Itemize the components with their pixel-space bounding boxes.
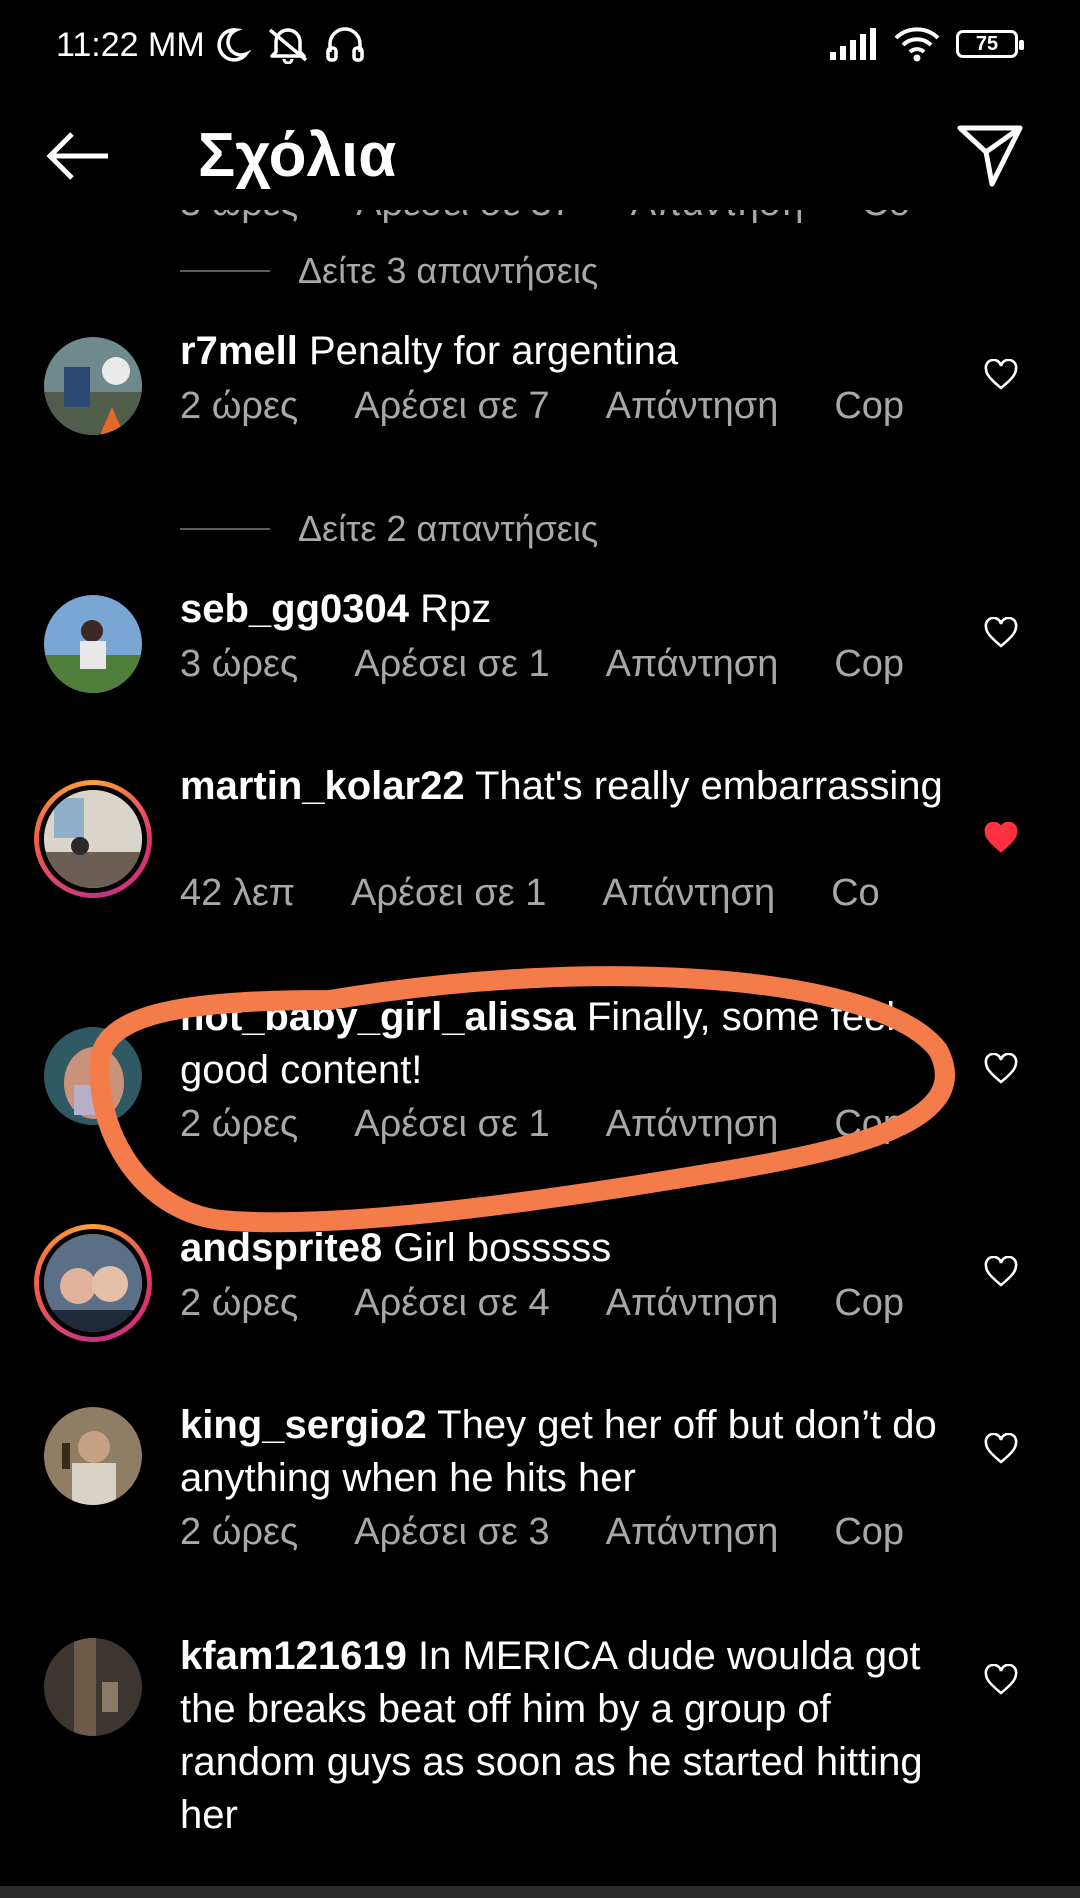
send-icon[interactable] (956, 122, 1024, 188)
avatar[interactable] (44, 1027, 142, 1125)
comment-meta: 2 ώρες Αρέσει σε 4 Απάντηση Cop (180, 1282, 960, 1325)
reply-button[interactable]: Απάντηση (602, 872, 775, 915)
reply-button[interactable]: Απάντηση (606, 1282, 779, 1325)
reply-button[interactable]: Απάντηση (606, 1511, 779, 1554)
comment-time: 2 ώρες (180, 1103, 299, 1145)
reply-button[interactable]: Απάντηση (606, 1103, 779, 1146)
view-replies-button[interactable]: Δείτε 2 απαντήσεις (180, 508, 598, 550)
divider-line (180, 270, 270, 272)
wifi-icon (894, 27, 940, 62)
copy-button[interactable]: Cop (834, 1103, 904, 1146)
comment-username[interactable]: not_baby_girl_alissa (180, 995, 576, 1039)
avatar[interactable] (39, 1229, 147, 1337)
heart-outline-icon[interactable] (984, 617, 1018, 649)
page-title: Σχόλια (198, 121, 397, 190)
comment-body: That's really embarrassing (474, 764, 943, 808)
copy-button[interactable]: Cop (834, 643, 904, 686)
comment-username[interactable]: seb_gg0304 (180, 587, 409, 631)
copy-button[interactable]: Co (861, 210, 910, 225)
reply-button[interactable]: Απάντηση (606, 385, 779, 428)
comment-time: 2 ώρες (180, 385, 299, 427)
avatar[interactable] (44, 1638, 142, 1736)
comment-time: 3 ώρες (180, 210, 298, 225)
comment-likes[interactable]: Αρέσει σε 1 (354, 1103, 549, 1146)
avatar[interactable] (44, 337, 142, 435)
copy-button[interactable]: Cop (834, 1511, 904, 1554)
heart-outline-icon[interactable] (984, 1053, 1018, 1085)
moon-icon (217, 28, 252, 62)
comment-meta: 2 ώρες Αρέσει σε 1 Απάντηση Cop (180, 1103, 960, 1146)
system-nav-bar (0, 1886, 1080, 1898)
comment-time: 2 ώρες (180, 1511, 299, 1553)
signal-icon (830, 28, 876, 60)
comment-username[interactable]: andsprite8 (180, 1226, 382, 1270)
back-arrow-icon[interactable] (44, 128, 112, 184)
avatar[interactable] (44, 1407, 142, 1505)
divider-line (180, 528, 270, 530)
mute-icon (268, 28, 308, 64)
comment-body: Rpz (420, 587, 492, 631)
view-replies-label[interactable]: Δείτε 2 απαντήσεις (298, 508, 598, 550)
heart-outline-icon[interactable] (984, 1664, 1018, 1696)
battery-icon: 75 (956, 30, 1024, 58)
top-bar: Σχόλια (0, 100, 1080, 210)
comment-meta: 2 ώρες Αρέσει σε 3 Απάντηση Cop (180, 1511, 960, 1554)
status-icons-left (212, 24, 366, 64)
comment-text: not_baby_girl_alissa Finally, some feel-… (180, 991, 970, 1097)
heart-outline-icon[interactable] (984, 1433, 1018, 1465)
status-icons-right: 75 (830, 26, 1024, 62)
comment-text: martin_kolar22 That's really embarrassin… (180, 760, 970, 813)
comment-text: seb_gg0304 Rpz (180, 583, 970, 636)
comment-meta: 42 λεπ Αρέσει σε 1 Απάντηση Co (180, 872, 936, 915)
comment-time: 3 ώρες (180, 643, 299, 685)
copy-button[interactable]: Co (831, 872, 880, 915)
reply-button[interactable]: Απάντηση (606, 643, 779, 686)
comment-time: 42 λεπ (180, 872, 295, 914)
comment-username[interactable]: martin_kolar22 (180, 764, 465, 808)
heart-filled-icon[interactable] (984, 822, 1018, 854)
battery-level: 75 (975, 32, 999, 55)
avatar-story-ring[interactable] (34, 780, 152, 898)
status-bar: 11:22 ΜΜ 75 (0, 0, 1080, 95)
clipped-comment-meta: 3 ώρες Αρέσει σε 37 Απάντηση Co (180, 210, 910, 225)
comment-likes[interactable]: Αρέσει σε 1 (351, 872, 546, 915)
comment-likes[interactable]: Αρέσει σε 1 (354, 643, 549, 686)
comment-text: kfam121619 In MERICA dude woulda got the… (180, 1630, 970, 1842)
reply-button[interactable]: Απάντηση (631, 210, 804, 225)
copy-button[interactable]: Cop (834, 385, 904, 428)
copy-button[interactable]: Cop (834, 1282, 904, 1325)
view-replies-button[interactable]: Δείτε 3 απαντήσεις (180, 250, 598, 292)
heart-outline-icon[interactable] (984, 1256, 1018, 1288)
comment-username[interactable]: kfam121619 (180, 1634, 407, 1678)
headphones-icon (326, 27, 364, 62)
comment-text: king_sergio2 They get her off but don’t … (180, 1399, 970, 1505)
avatar-story-ring[interactable] (34, 1224, 152, 1342)
comment-time: 2 ώρες (180, 1282, 299, 1324)
comment-meta: 3 ώρες Αρέσει σε 1 Απάντηση Cop (180, 643, 960, 686)
comment-likes[interactable]: Αρέσει σε 3 (354, 1511, 549, 1554)
comment-likes[interactable]: Αρέσει σε 7 (354, 385, 549, 428)
comment-text: r7mell Penalty for argentina (180, 325, 970, 378)
comment-username[interactable]: r7mell (180, 329, 298, 373)
avatar[interactable] (39, 785, 147, 893)
status-time: 11:22 ΜΜ (56, 26, 205, 64)
comment-likes[interactable]: Αρέσει σε 4 (354, 1282, 549, 1325)
comment-meta: 2 ώρες Αρέσει σε 7 Απάντηση Cop (180, 385, 960, 428)
comment-body: Girl bosssss (393, 1226, 612, 1270)
comment-text: andsprite8 Girl bosssss (180, 1222, 970, 1275)
view-replies-label[interactable]: Δείτε 3 απαντήσεις (298, 250, 598, 292)
avatar[interactable] (44, 595, 142, 693)
heart-outline-icon[interactable] (984, 359, 1018, 391)
comment-likes[interactable]: Αρέσει σε 37 (356, 210, 573, 225)
comment-body: Penalty for argentina (308, 329, 679, 373)
comments-list[interactable]: 3 ώρες Αρέσει σε 37 Απάντηση Co Δείτε 3 … (0, 210, 1080, 1888)
comment-username[interactable]: king_sergio2 (180, 1403, 427, 1447)
